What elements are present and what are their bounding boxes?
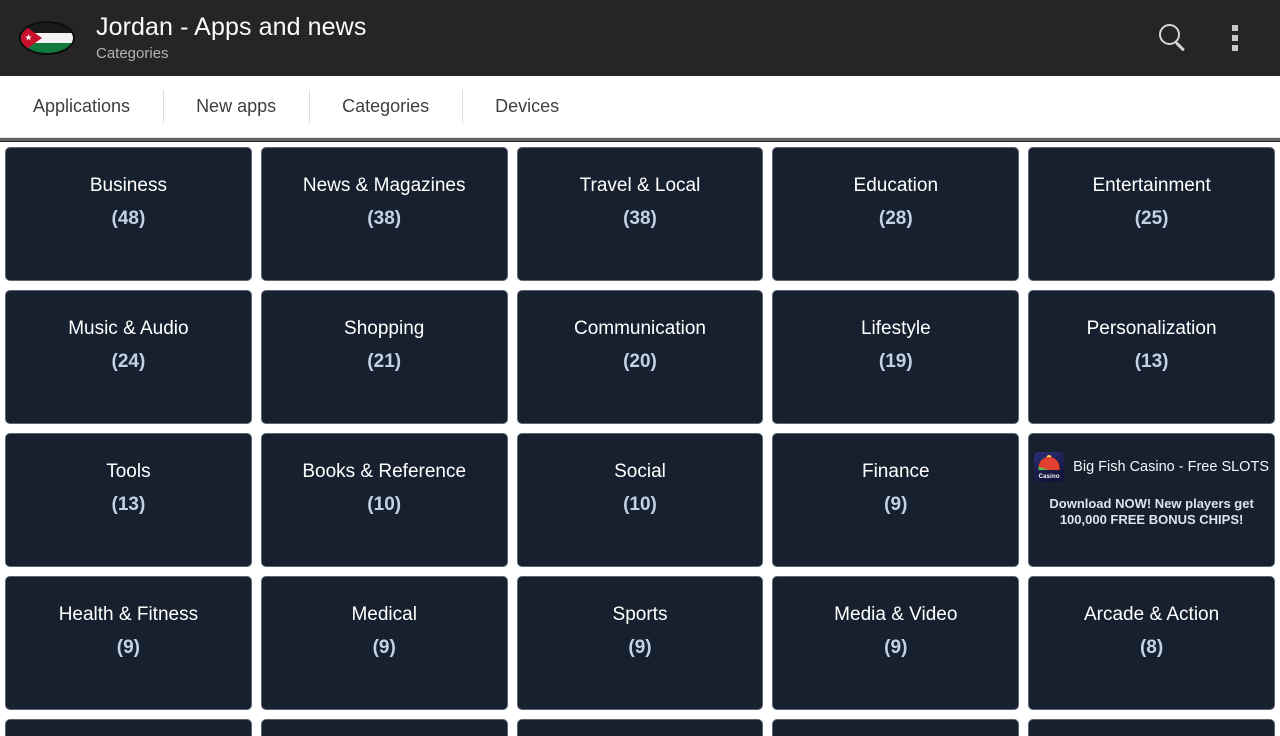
search-icon (1158, 23, 1188, 53)
category-count: (21) (367, 351, 402, 372)
category-count: (48) (111, 208, 146, 229)
category-tile[interactable]: Arcade & Action (8) (1028, 576, 1275, 710)
category-tile[interactable]: Media & Video (9) (772, 576, 1020, 710)
category-count: (24) (111, 351, 146, 372)
category-name: Media & Video (834, 604, 958, 625)
category-name: Business (89, 175, 167, 196)
category-tile[interactable]: News & Magazines (38) (260, 147, 508, 281)
category-name: Travel & Local (579, 175, 701, 196)
category-count: (9) (116, 637, 141, 658)
category-count: (9) (884, 494, 908, 515)
category-row: Health & Fitness (9) Medical (9) Sports (9) Me… (5, 576, 1275, 710)
category-count: (8) (1139, 637, 1164, 658)
category-tile[interactable]: Education (28) (772, 147, 1020, 281)
category-count: (9) (628, 637, 652, 658)
category-count: (13) (111, 494, 146, 515)
overflow-menu-icon (1232, 25, 1238, 51)
category-name: Social (614, 461, 666, 482)
category-tile[interactable] (1028, 719, 1275, 736)
jordan-flag-icon[interactable] (18, 18, 76, 58)
category-name: News & Magazines (302, 175, 466, 196)
category-count: (38) (623, 208, 657, 229)
category-tile[interactable]: Social (10) (516, 433, 764, 567)
category-tile[interactable]: Tools (13) (5, 433, 252, 567)
tab-bar: Applications New apps Categories Devices (0, 76, 1280, 138)
category-count: (9) (884, 637, 908, 658)
category-name: Books & Reference (302, 461, 467, 482)
category-count: (13) (1134, 351, 1169, 372)
category-count: (25) (1134, 208, 1169, 229)
category-count: (38) (367, 208, 402, 229)
category-tile[interactable]: Sports (9) (516, 576, 764, 710)
category-name: Finance (861, 461, 930, 482)
action-bar: Jordan - Apps and news Categories (0, 0, 1280, 76)
category-name: Medical (351, 604, 417, 625)
category-count: (10) (623, 494, 657, 515)
tab-applications[interactable]: Applications (0, 76, 163, 137)
category-count: (10) (367, 494, 402, 515)
category-tile[interactable]: Health & Fitness (9) (5, 576, 252, 710)
ad-body: Download NOW! New players get 100,000 FR… (1049, 496, 1254, 527)
category-name: Education (853, 175, 939, 196)
category-name: Lifestyle (860, 318, 931, 339)
category-count: (28) (878, 208, 913, 229)
tab-categories[interactable]: Categories (309, 76, 462, 137)
category-tile[interactable]: Books & Reference (10) (260, 433, 508, 567)
ad-tile[interactable]: Casino Big Fish Casino - Free SLOTS Downlo… (1028, 433, 1275, 567)
category-tile[interactable]: Finance (9) (772, 433, 1020, 567)
category-tile[interactable] (516, 719, 764, 736)
category-tile[interactable]: Music & Audio (24) (5, 290, 252, 424)
big-fish-casino-icon: Casino (1034, 452, 1065, 482)
category-name: Sports (612, 604, 668, 625)
category-count: (9) (372, 637, 396, 658)
category-tile[interactable]: Medical (9) (260, 576, 508, 710)
action-bar-actions (1142, 0, 1266, 76)
category-name: Health & Fitness (58, 604, 199, 625)
category-tile[interactable]: Shopping (21) (260, 290, 508, 424)
tab-new-apps[interactable]: New apps (163, 76, 309, 137)
title-block: Jordan - Apps and news Categories (96, 13, 366, 64)
tab-devices[interactable]: Devices (462, 76, 592, 137)
category-tile[interactable]: Communication (20) (516, 290, 764, 424)
overflow-menu-button[interactable] (1204, 0, 1266, 76)
search-button[interactable] (1142, 0, 1204, 76)
page-subtitle: Categories (96, 44, 169, 62)
category-count: (20) (623, 351, 657, 372)
category-tile[interactable] (260, 719, 508, 736)
page-title: Jordan - Apps and news (96, 12, 367, 41)
category-name: Shopping (344, 318, 425, 339)
category-name: Music & Audio (68, 318, 189, 339)
category-count: (19) (878, 351, 913, 372)
category-tile[interactable] (772, 719, 1020, 736)
category-row (5, 719, 1275, 736)
category-row: Business (48) News & Magazines (38) Travel &… (5, 147, 1275, 281)
category-tile[interactable]: Travel & Local (38) (516, 147, 764, 281)
category-name: Communication (573, 318, 706, 339)
category-tile[interactable] (5, 719, 252, 736)
category-name: Personalization (1086, 318, 1217, 339)
category-tile[interactable]: Personalization (13) (1028, 290, 1275, 424)
category-name: Tools (106, 461, 151, 482)
category-grid[interactable]: Business (48) News & Magazines (38) Travel &… (0, 142, 1280, 736)
ad-header: Casino Big Fish Casino - Free SLOTS (1029, 452, 1274, 482)
category-name: Arcade & Action (1083, 604, 1220, 625)
category-row: Tools (13) Books & Reference (10) Social (10)… (5, 433, 1275, 567)
ad-title: Big Fish Casino - Free SLOTS (1073, 459, 1269, 475)
category-row: Music & Audio (24) Shopping (21) Communicati… (5, 290, 1275, 424)
category-tile[interactable]: Entertainment (25) (1028, 147, 1275, 281)
category-tile[interactable]: Lifestyle (19) (772, 290, 1020, 424)
category-name: Entertainment (1092, 175, 1211, 196)
category-tile[interactable]: Business (48) (5, 147, 252, 281)
